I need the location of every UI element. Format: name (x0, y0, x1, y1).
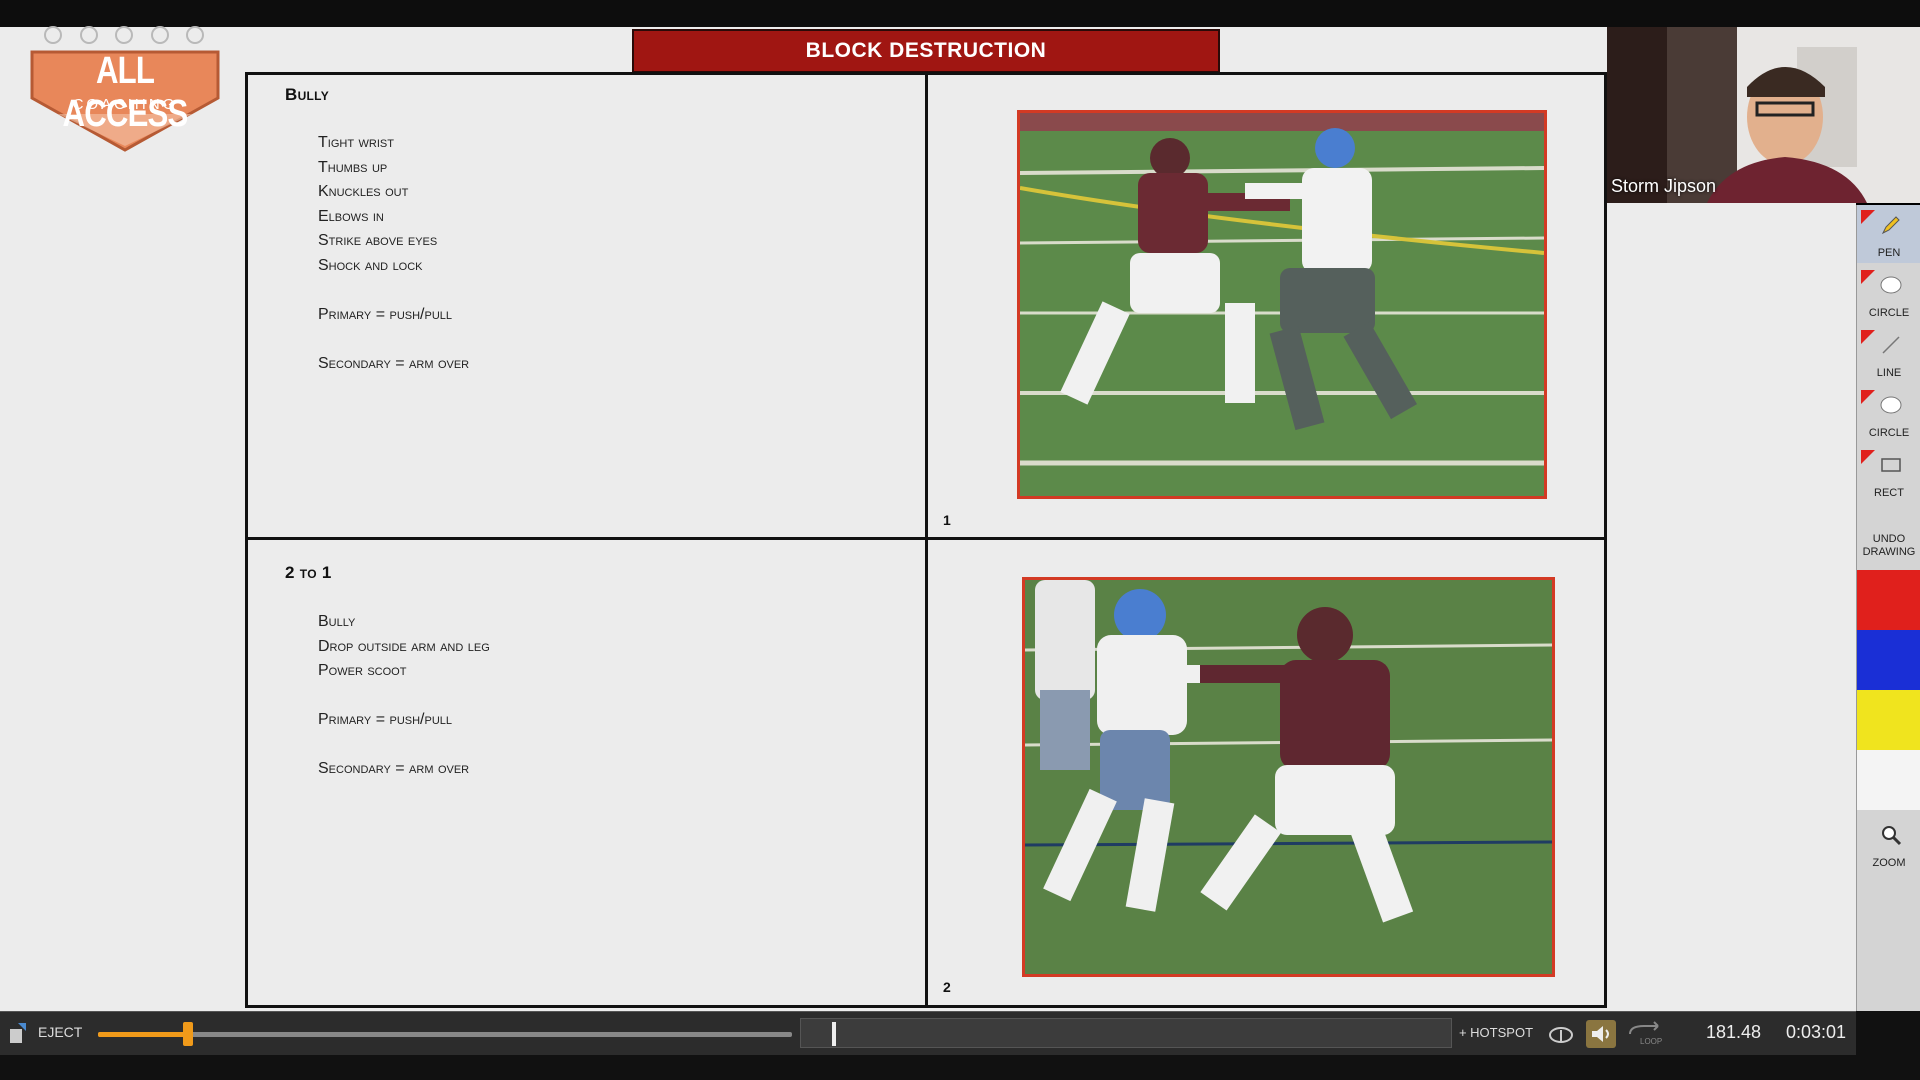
whistle-icon (150, 26, 169, 44)
logo-subtitle: COACHING (72, 96, 178, 113)
color-swatch-yellow[interactable] (1857, 690, 1920, 750)
line-tool-button[interactable]: LINE (1857, 325, 1920, 383)
field-illustration-2 (1025, 580, 1552, 974)
color-swatch-white[interactable] (1857, 750, 1920, 810)
cloud-download-icon[interactable] (1546, 1020, 1576, 1048)
list-item: Primary = push/pull (318, 305, 453, 323)
football-photo-2 (1022, 577, 1555, 977)
playback-slider-thumb[interactable] (183, 1022, 194, 1046)
scrub-bar[interactable] (800, 1018, 1452, 1048)
color-flag-icon (1861, 450, 1875, 464)
color-flag-icon (1861, 390, 1875, 404)
football-photo-1 (1017, 110, 1547, 499)
slide-title-banner: BLOCK DESTRUCTION (632, 29, 1220, 73)
rect-tool-button[interactable]: RECT (1857, 445, 1920, 503)
grid-divider-vertical (925, 72, 928, 1008)
undo-label-2: DRAWING (1862, 546, 1916, 558)
playback-track[interactable] (98, 1032, 792, 1037)
list-item: Shock and lock (318, 256, 423, 274)
line-icon (1882, 336, 1900, 354)
magnifier-icon (1882, 826, 1902, 846)
two-to-one-technique-list: Bully Drop outside arm and leg Power sco… (318, 610, 490, 782)
tool-label: PEN (1877, 247, 1901, 259)
hotspot-button[interactable]: + HOTSPOT (1456, 1018, 1536, 1048)
frame-readout: 181.48 (1706, 1022, 1762, 1042)
list-item: Knuckles out (318, 183, 409, 200)
sport-icons-row (44, 26, 204, 46)
section-title-bully: Bully (285, 85, 330, 104)
eject-icon[interactable] (8, 1021, 28, 1045)
color-swatch-blue[interactable] (1857, 630, 1920, 690)
rectangle-icon (1881, 458, 1901, 472)
circle-outline-tool-button[interactable]: CIRCLE (1857, 385, 1920, 443)
bully-technique-list: Tight wrist Thumbs up Knuckles out Elbow… (318, 131, 469, 376)
football-icon (115, 26, 133, 44)
logo-title: ALL ACCESS (62, 50, 189, 135)
list-item: Elbows in (318, 207, 384, 225)
color-swatch-red[interactable] (1857, 570, 1920, 630)
participant-name: Storm Jipson (1611, 176, 1717, 196)
zoom-tool-button[interactable]: ZOOM (1857, 815, 1920, 873)
list-item: Strike above eyes (318, 232, 438, 249)
undo-label: UNDO (1872, 533, 1906, 545)
list-item: Tight wrist (318, 134, 394, 151)
color-flag-icon (1861, 270, 1875, 284)
field-illustration-1 (1020, 113, 1544, 496)
cell-number-1: 1 (943, 512, 951, 528)
filled-circle-icon (1880, 276, 1902, 294)
filled-circle-icon (1880, 396, 1902, 414)
list-item: Thumbs up (318, 158, 388, 176)
all-access-coaching-logo: ALL ACCESS COACHING (22, 26, 228, 156)
pencil-icon (1881, 216, 1900, 235)
list-item: Power scoot (318, 662, 407, 679)
playback-progress-fill (98, 1032, 189, 1037)
drawing-tools-panel: PEN CIRCLE LINE CIRCLE RECT UNDO DRAWING… (1856, 205, 1920, 1011)
color-flag-icon (1861, 210, 1875, 224)
top-bar (0, 0, 1920, 27)
scrub-marker[interactable] (832, 1022, 836, 1046)
tool-label: LINE (1876, 367, 1902, 379)
kettlebell-icon (186, 26, 204, 44)
grid-divider-horizontal (245, 537, 1607, 540)
list-item: Bully (318, 613, 356, 630)
tool-label: RECT (1874, 487, 1904, 499)
undo-drawing-button[interactable]: UNDO DRAWING (1857, 533, 1920, 559)
eject-button[interactable]: EJECT (38, 1024, 82, 1040)
loop-label: LOOP (1640, 1037, 1662, 1046)
circle-tool-button[interactable]: CIRCLE (1857, 265, 1920, 323)
list-item: Primary = push/pull (318, 711, 453, 728)
loop-icon[interactable]: LOOP (1624, 1020, 1666, 1048)
basketball-icon (79, 26, 98, 44)
cell-number-2: 2 (943, 979, 951, 995)
section-title-2-to-1: 2 to 1 (285, 563, 332, 582)
speaker-icon[interactable] (1586, 1020, 1616, 1048)
list-item: Secondary = arm over (318, 760, 470, 777)
player-controls: EJECT + HOTSPOT LOOP 181.48 0:03:01 (0, 1011, 1856, 1055)
pen-tool-button[interactable]: PEN (1857, 205, 1920, 263)
tool-label: ZOOM (1872, 857, 1906, 869)
time-readout: 0:03:01 (1786, 1022, 1847, 1042)
baseball-icon (44, 26, 62, 44)
tool-label: CIRCLE (1868, 427, 1910, 439)
list-item: Secondary = arm over (318, 354, 470, 372)
list-item: Drop outside arm and leg (318, 637, 490, 655)
tool-label: CIRCLE (1868, 307, 1910, 319)
color-flag-icon (1861, 330, 1875, 344)
